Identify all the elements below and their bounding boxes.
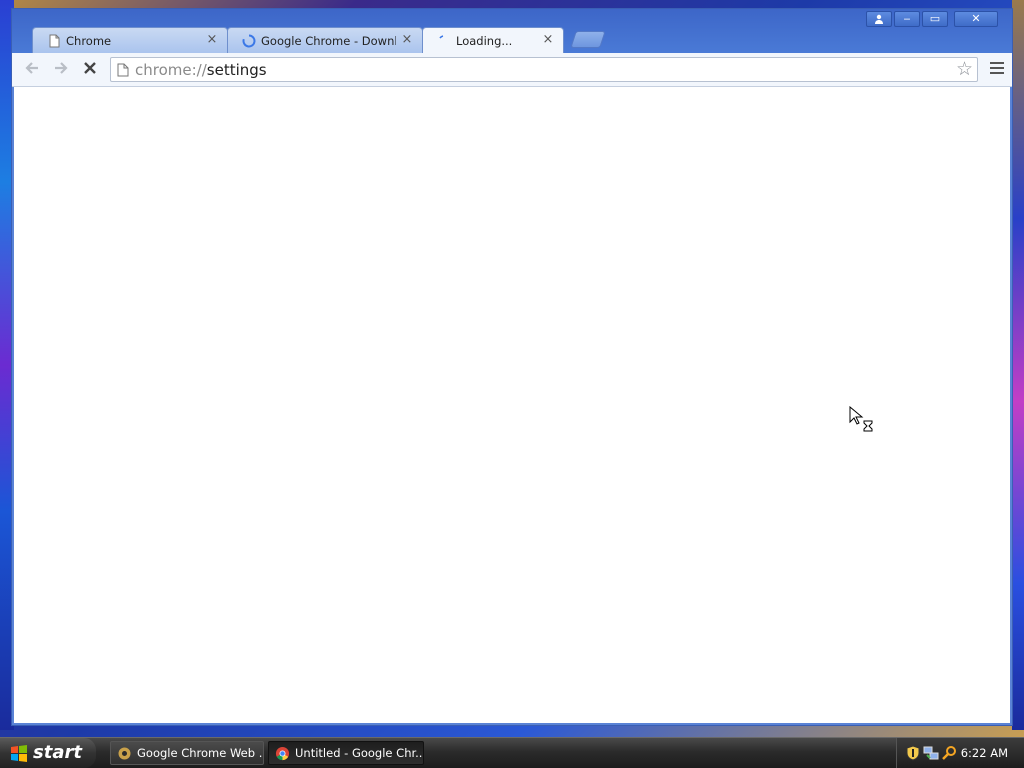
menu-line (990, 67, 1004, 69)
title-bar: Chrome × Google Chrome - Download t × Lo… (12, 9, 1012, 53)
taskbar-button-untitled-chrome[interactable]: Untitled - Google Chr... (268, 741, 424, 765)
search-icon[interactable] (941, 745, 957, 761)
network-icon[interactable] (923, 745, 939, 761)
tab-title: Loading... (456, 34, 513, 48)
stop-x-icon (84, 62, 96, 74)
minimize-button[interactable]: ‒ (894, 11, 920, 27)
tab-title: Google Chrome - Download t (261, 34, 396, 48)
page-icon (117, 63, 129, 77)
new-tab-button[interactable] (570, 31, 606, 48)
start-label: start (33, 742, 82, 763)
tab-loading[interactable]: Loading... × (422, 27, 564, 53)
toolbar: chrome://settings ☆ (12, 53, 1012, 87)
bookmark-star-icon[interactable]: ☆ (956, 59, 973, 80)
stop-button[interactable] (80, 60, 100, 80)
chrome-logo-icon (275, 746, 290, 761)
taskbar-button-label: Untitled - Google Chr... (295, 746, 424, 760)
page-icon (49, 34, 60, 48)
close-button[interactable]: ✕ (954, 11, 998, 27)
profile-button[interactable] (866, 11, 892, 27)
system-tray: 6:22 AM (896, 738, 1024, 768)
address-path: settings (206, 61, 267, 79)
forward-arrow-icon (55, 62, 68, 74)
menu-line (990, 62, 1004, 64)
loading-spinner-icon (439, 35, 444, 39)
setup-icon (118, 747, 131, 760)
taskbar-button-label: Google Chrome Web ... (137, 746, 264, 760)
tab-chrome[interactable]: Chrome × (32, 27, 228, 53)
tab-close-icon[interactable]: × (206, 32, 218, 47)
tab-google-chrome-download[interactable]: Google Chrome - Download t × (227, 27, 423, 53)
menu-line (990, 72, 1004, 74)
user-icon (875, 14, 883, 24)
taskbar: start Google Chrome Web ... Untitled - G… (0, 737, 1024, 768)
tab-title: Chrome (66, 34, 112, 48)
forward-button[interactable] (51, 60, 71, 80)
address-scheme: chrome:// (135, 61, 207, 79)
maximize-button[interactable]: ▭ (922, 11, 948, 27)
chrome-window: Chrome × Google Chrome - Download t × Lo… (11, 8, 1013, 726)
busy-cursor-icon (849, 406, 873, 432)
windows-logo-icon (11, 745, 27, 762)
desktop-background-right (1012, 0, 1024, 730)
loading-spinner-icon (242, 34, 256, 48)
security-shield-icon[interactable] (905, 745, 921, 761)
chrome-menu-button[interactable] (990, 62, 1004, 77)
window-controls: ‒ ▭ ✕ (864, 11, 998, 28)
tab-close-icon[interactable]: × (542, 32, 554, 47)
tab-close-icon[interactable]: × (401, 32, 413, 47)
page-content[interactable] (14, 87, 1010, 723)
back-arrow-icon (25, 62, 38, 74)
back-button[interactable] (22, 60, 42, 80)
clock: 6:22 AM (960, 746, 1008, 760)
tab-strip: Chrome × Google Chrome - Download t × Lo… (22, 27, 1012, 53)
address-bar[interactable]: chrome://settings ☆ (110, 57, 978, 82)
address-text: chrome://settings (135, 61, 267, 79)
taskbar-button-chrome-web[interactable]: Google Chrome Web ... (110, 741, 264, 765)
start-button[interactable]: start (0, 738, 96, 768)
